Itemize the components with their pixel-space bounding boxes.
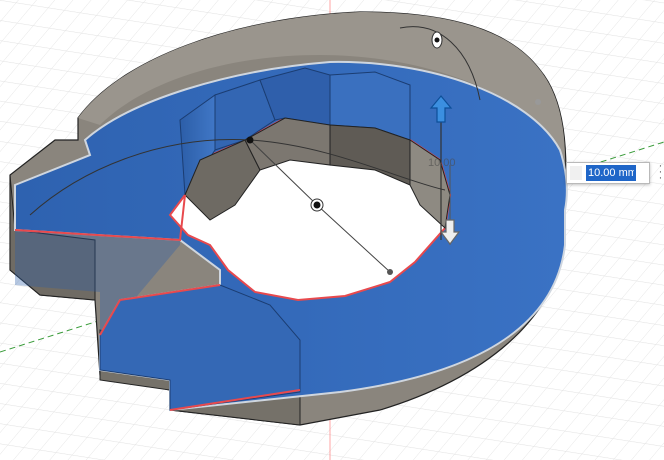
ghost-dimension-label: 10.00 (428, 157, 456, 169)
pivot-handle-icon[interactable] (431, 31, 443, 49)
distance-input[interactable] (586, 165, 636, 181)
origin-point-icon[interactable] (310, 198, 324, 212)
distance-input-box (566, 162, 650, 184)
drag-handle-icon[interactable] (570, 166, 582, 180)
vertical-dots-icon[interactable]: · · · (657, 161, 664, 184)
canvas-viewport[interactable]: 10.00 (0, 0, 664, 460)
